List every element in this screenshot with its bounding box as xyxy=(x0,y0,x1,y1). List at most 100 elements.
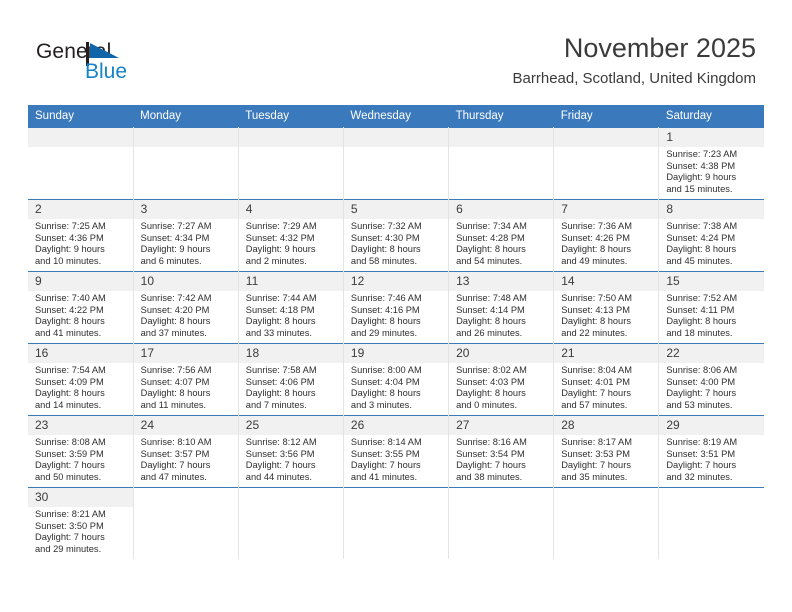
calendar-day-cell[interactable]: 28 Sunrise: 8:17 AM Sunset: 3:53 PM Dayligh… xyxy=(553,415,660,488)
calendar-cell-inner: 27 Sunrise: 8:16 AM Sunset: 3:54 PM Dayligh… xyxy=(449,416,554,487)
calendar-day-cell[interactable]: 30 Sunrise: 8:21 AM Sunset: 3:50 PM Dayligh… xyxy=(28,487,134,559)
day-details: Sunrise: 8:04 AM Sunset: 4:01 PM Daylight:… xyxy=(554,363,658,411)
calendar-cell-inner: 20 Sunrise: 8:02 AM Sunset: 4:03 PM Dayligh… xyxy=(449,344,554,415)
calendar-day-cell[interactable]: 27 Sunrise: 8:16 AM Sunset: 3:54 PM Dayligh… xyxy=(448,415,555,488)
logo-text-blue: Blue xyxy=(85,60,128,83)
sunrise-text: Sunrise: 7:36 AM xyxy=(561,221,633,231)
daylight-text-line2: and 41 minutes. xyxy=(35,327,102,338)
calendar-day-cell[interactable]: 6 Sunrise: 7:34 AM Sunset: 4:28 PM Daylight… xyxy=(448,199,555,272)
daylight-text-line2: and 26 minutes. xyxy=(456,327,523,338)
calendar-cell-inner xyxy=(238,128,343,199)
page-header: General Blue November 2025 Barrhead, Sco… xyxy=(0,0,792,100)
calendar-day-cell[interactable]: 9 Sunrise: 7:40 AM Sunset: 4:22 PM Daylight… xyxy=(28,271,134,344)
calendar-cell-inner xyxy=(133,128,238,199)
day-details: Sunrise: 7:56 AM Sunset: 4:07 PM Daylight:… xyxy=(134,363,238,411)
daylight-text-line1: Daylight: 7 hours xyxy=(666,388,737,399)
daylight-text-line1: Daylight: 8 hours xyxy=(35,388,105,399)
daylight-text-line1: Daylight: 8 hours xyxy=(456,388,526,399)
calendar-day-cell[interactable]: 12 Sunrise: 7:46 AM Sunset: 4:16 PM Dayligh… xyxy=(342,271,450,344)
calendar-day-cell[interactable]: 5 Sunrise: 7:32 AM Sunset: 4:30 PM Daylight… xyxy=(342,199,450,272)
weekday-header-sunday: Sunday xyxy=(28,105,134,128)
daylight-text-line1: Daylight: 8 hours xyxy=(350,244,421,255)
daylight-text-line1: Daylight: 9 hours xyxy=(245,244,316,255)
day-details: Sunrise: 7:25 AM Sunset: 4:36 PM Daylight:… xyxy=(28,219,133,267)
calendar-day-cell[interactable]: 16 Sunrise: 7:54 AM Sunset: 4:09 PM Dayligh… xyxy=(28,343,134,416)
day-number: 3 xyxy=(133,200,238,219)
sunset-text: Sunset: 4:16 PM xyxy=(350,304,420,315)
calendar-day-cell[interactable]: 29 Sunrise: 8:19 AM Sunset: 3:51 PM Dayligh… xyxy=(658,415,764,488)
day-details: Sunrise: 7:48 AM Sunset: 4:14 PM Daylight:… xyxy=(449,291,553,339)
calendar-day-cell[interactable]: 7 Sunrise: 7:36 AM Sunset: 4:26 PM Daylight… xyxy=(553,199,660,272)
day-number: 9 xyxy=(28,272,133,291)
calendar-day-cell[interactable]: 8 Sunrise: 7:38 AM Sunset: 4:24 PM Daylight… xyxy=(658,199,764,272)
calendar-day-cell[interactable]: 25 Sunrise: 8:12 AM Sunset: 3:56 PM Dayligh… xyxy=(237,415,344,488)
daylight-text-line2: and 49 minutes. xyxy=(561,255,628,266)
calendar-cell-inner: 10 Sunrise: 7:42 AM Sunset: 4:20 PM Dayligh… xyxy=(133,272,238,343)
calendar-cell-inner: 3 Sunrise: 7:27 AM Sunset: 4:34 PM Daylight… xyxy=(133,200,238,271)
daylight-text-line2: and 10 minutes. xyxy=(35,255,102,266)
sunset-text: Sunset: 4:13 PM xyxy=(561,304,630,315)
sunrise-text: Sunrise: 7:52 AM xyxy=(666,293,738,303)
calendar-cell-empty xyxy=(28,127,134,200)
calendar-week-row: 2 Sunrise: 7:25 AM Sunset: 4:36 PM Daylight… xyxy=(28,199,764,272)
calendar-day-cell[interactable]: 3 Sunrise: 7:27 AM Sunset: 4:34 PM Daylight… xyxy=(132,199,239,272)
day-number xyxy=(343,488,449,507)
day-details: Sunrise: 7:23 AM Sunset: 4:38 PM Daylight:… xyxy=(659,147,764,195)
calendar-day-cell[interactable]: 14 Sunrise: 7:50 AM Sunset: 4:13 PM Dayligh… xyxy=(553,271,660,344)
calendar-day-cell[interactable]: 15 Sunrise: 7:52 AM Sunset: 4:11 PM Dayligh… xyxy=(658,271,764,344)
day-details: Sunrise: 7:50 AM Sunset: 4:13 PM Daylight:… xyxy=(554,291,658,339)
weekday-header-saturday: Saturday xyxy=(658,105,764,128)
calendar-day-cell[interactable]: 24 Sunrise: 8:10 AM Sunset: 3:57 PM Dayligh… xyxy=(132,415,239,488)
daylight-text-line2: and 11 minutes. xyxy=(140,399,207,410)
calendar-cell-inner xyxy=(554,128,659,199)
calendar-day-cell[interactable]: 20 Sunrise: 8:02 AM Sunset: 4:03 PM Dayligh… xyxy=(448,343,555,416)
daylight-text-line1: Daylight: 8 hours xyxy=(561,244,631,255)
daylight-text-line1: Daylight: 7 hours xyxy=(140,460,211,471)
calendar-day-cell[interactable]: 21 Sunrise: 8:04 AM Sunset: 4:01 PM Dayligh… xyxy=(553,343,660,416)
calendar-cell-inner xyxy=(28,128,133,199)
daylight-text-line2: and 22 minutes. xyxy=(561,327,628,338)
title-block: November 2025 Barrhead, Scotland, United… xyxy=(513,32,756,90)
sunrise-text: Sunrise: 8:08 AM xyxy=(35,437,106,447)
sunrise-text: Sunrise: 7:25 AM xyxy=(35,221,106,231)
day-number xyxy=(238,128,343,147)
calendar-day-cell[interactable]: 4 Sunrise: 7:29 AM Sunset: 4:32 PM Daylight… xyxy=(237,199,344,272)
calendar-day-cell[interactable]: 11 Sunrise: 7:44 AM Sunset: 4:18 PM Dayligh… xyxy=(237,271,344,344)
daylight-text-line1: Daylight: 9 hours xyxy=(666,172,737,183)
calendar-day-cell[interactable]: 17 Sunrise: 7:56 AM Sunset: 4:07 PM Dayligh… xyxy=(132,343,239,416)
calendar-cell-inner: 17 Sunrise: 7:56 AM Sunset: 4:07 PM Dayligh… xyxy=(133,344,238,415)
day-details: Sunrise: 7:58 AM Sunset: 4:06 PM Daylight:… xyxy=(239,363,343,411)
day-number: 28 xyxy=(554,416,659,435)
calendar-day-cell[interactable]: 23 Sunrise: 8:08 AM Sunset: 3:59 PM Dayligh… xyxy=(28,415,134,488)
calendar-week-row: 30 Sunrise: 8:21 AM Sunset: 3:50 PM Dayligh… xyxy=(28,487,764,559)
sunset-text: Sunset: 4:14 PM xyxy=(456,304,525,315)
sunrise-text: Sunrise: 8:16 AM xyxy=(456,437,527,447)
daylight-text-line1: Daylight: 9 hours xyxy=(35,244,105,255)
calendar-cell-inner xyxy=(449,488,554,559)
day-details: Sunrise: 7:42 AM Sunset: 4:20 PM Daylight:… xyxy=(134,291,238,339)
calendar-day-cell[interactable]: 19 Sunrise: 8:00 AM Sunset: 4:04 PM Dayligh… xyxy=(342,343,450,416)
sunrise-sunset-calendar: Sunday Monday Tuesday Wednesday Thursday… xyxy=(28,105,764,559)
daylight-text-line2: and 14 minutes. xyxy=(35,399,102,410)
calendar-cell-inner: 11 Sunrise: 7:44 AM Sunset: 4:18 PM Dayligh… xyxy=(238,272,343,343)
daylight-text-line2: and 18 minutes. xyxy=(666,327,733,338)
calendar-day-cell[interactable]: 26 Sunrise: 8:14 AM Sunset: 3:55 PM Dayligh… xyxy=(342,415,450,488)
day-number xyxy=(343,128,449,147)
day-number xyxy=(554,128,659,147)
day-number: 6 xyxy=(449,200,554,219)
calendar-cell-inner xyxy=(449,128,554,199)
day-details: Sunrise: 8:21 AM Sunset: 3:50 PM Daylight:… xyxy=(28,507,133,555)
calendar-day-cell[interactable]: 1 Sunrise: 7:23 AM Sunset: 4:38 PM Daylight… xyxy=(658,127,764,200)
calendar-day-cell[interactable]: 10 Sunrise: 7:42 AM Sunset: 4:20 PM Dayligh… xyxy=(132,271,239,344)
sunrise-text: Sunrise: 8:00 AM xyxy=(350,365,422,375)
daylight-text-line1: Daylight: 8 hours xyxy=(666,244,737,255)
calendar-day-cell[interactable]: 22 Sunrise: 8:06 AM Sunset: 4:00 PM Dayligh… xyxy=(658,343,764,416)
calendar-cell-inner: 29 Sunrise: 8:19 AM Sunset: 3:51 PM Dayligh… xyxy=(659,416,764,487)
day-number: 10 xyxy=(133,272,238,291)
day-details: Sunrise: 8:02 AM Sunset: 4:03 PM Daylight:… xyxy=(449,363,553,411)
calendar-day-cell[interactable]: 18 Sunrise: 7:58 AM Sunset: 4:06 PM Dayligh… xyxy=(237,343,344,416)
calendar-day-cell[interactable]: 13 Sunrise: 7:48 AM Sunset: 4:14 PM Dayligh… xyxy=(448,271,555,344)
calendar-day-cell[interactable]: 2 Sunrise: 7:25 AM Sunset: 4:36 PM Daylight… xyxy=(28,199,134,272)
sunset-text: Sunset: 4:04 PM xyxy=(350,376,420,387)
day-details: Sunrise: 8:12 AM Sunset: 3:56 PM Daylight:… xyxy=(239,435,343,483)
